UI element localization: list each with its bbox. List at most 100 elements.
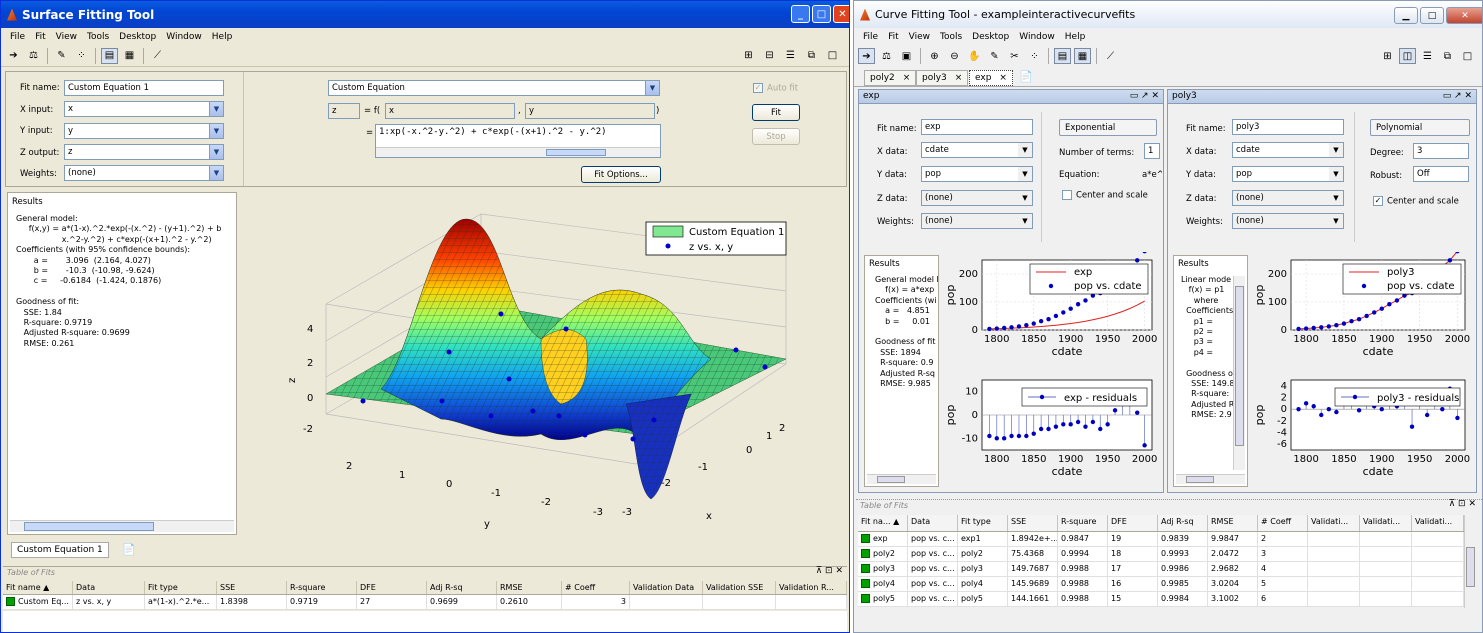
x-data-select[interactable]: cdate ▼ xyxy=(921,142,1033,158)
column-header[interactable]: Data xyxy=(908,515,958,531)
tab-poly2[interactable]: poly2 × xyxy=(864,70,917,86)
center-scale-checkbox[interactable]: ✓ Center and scale xyxy=(1373,196,1459,207)
column-header[interactable]: RMSE xyxy=(497,581,562,594)
data-icon[interactable]: ⚖ xyxy=(25,48,42,64)
column-header[interactable]: Validation R... xyxy=(776,581,847,594)
column-header[interactable]: SSE xyxy=(1008,515,1058,531)
fit-name-input[interactable]: exp xyxy=(921,119,1033,135)
column-header[interactable]: # Coeff xyxy=(562,581,630,594)
y-input-select[interactable]: y ▼ xyxy=(64,123,224,139)
terms-select[interactable]: 1 xyxy=(1144,143,1160,159)
equation-scrollbar[interactable] xyxy=(376,147,660,157)
column-header[interactable]: Validati... xyxy=(1360,515,1412,531)
column-header[interactable]: # Coeff xyxy=(1258,515,1308,531)
column-header[interactable]: Adj R-sq xyxy=(1158,515,1208,531)
column-header[interactable]: Validati... xyxy=(1412,515,1464,531)
new-fit-icon[interactable]: 📄 xyxy=(1019,70,1033,83)
arrow-icon[interactable]: ➔ xyxy=(5,48,22,64)
axes-icon[interactable]: ⟋ xyxy=(149,48,166,64)
maximize-pane-icon[interactable]: □ xyxy=(1459,48,1476,64)
auto-fit-checkbox[interactable]: ✓ Auto fit xyxy=(753,83,798,94)
table-dock-icons[interactable]: ⊼ ⊡ ✕ xyxy=(1449,499,1476,509)
weights-select[interactable]: (none) ▼ xyxy=(64,165,224,181)
x-input-select[interactable]: x ▼ xyxy=(64,101,224,117)
grid-view-icon[interactable]: ▦ xyxy=(121,48,138,64)
fit-button[interactable]: Fit xyxy=(752,104,800,121)
results-hscrollbar[interactable] xyxy=(867,474,936,484)
fit-options-button[interactable]: Fit Options... xyxy=(581,166,661,183)
menu-tools[interactable]: Tools xyxy=(82,32,114,42)
arrow-icon[interactable]: ➔ xyxy=(858,48,875,64)
stack-icon[interactable]: ☰ xyxy=(782,48,799,64)
close-icon[interactable]: × xyxy=(999,73,1007,83)
stack-icon[interactable]: ☰ xyxy=(1419,48,1436,64)
menu-tools[interactable]: Tools xyxy=(935,32,967,42)
z-output-select[interactable]: z ▼ xyxy=(64,144,224,160)
menu-window[interactable]: Window xyxy=(1014,32,1060,42)
fit-type-select[interactable]: Polynomial xyxy=(1370,119,1470,136)
close-icon[interactable]: × xyxy=(955,73,963,83)
menu-window[interactable]: Window xyxy=(161,32,207,42)
main-view-icon[interactable]: ▤ xyxy=(1054,48,1071,64)
column-header[interactable]: DFE xyxy=(1108,515,1158,531)
table-row[interactable]: poly4 pop vs. c... poly4 145.9689 0.9988 16 0.… xyxy=(858,577,1464,592)
minimize-button[interactable]: ▁ xyxy=(1394,7,1418,24)
tab-poly3[interactable]: poly3 × xyxy=(916,70,969,86)
grid-view-icon[interactable]: ▦ xyxy=(1074,48,1091,64)
fit-type-select[interactable]: Custom Equation ▼ xyxy=(328,80,660,96)
x-data-select[interactable]: cdate ▼ xyxy=(1232,142,1344,158)
column-header[interactable]: Fit name ▲ xyxy=(3,581,73,594)
table-row[interactable]: exp pop vs. c... exp1 1.8942e+... 0.9847 19 0.… xyxy=(858,532,1464,547)
weights-select[interactable]: (none) ▼ xyxy=(921,213,1033,229)
degree-select[interactable]: 3 xyxy=(1413,143,1469,159)
column-header[interactable]: Fit na... ▲ xyxy=(858,515,908,531)
zoom-in-icon[interactable]: ⊕ xyxy=(926,48,943,64)
center-scale-checkbox[interactable]: Center and scale xyxy=(1062,190,1148,201)
float-icon[interactable]: ⧉ xyxy=(803,48,820,64)
table-row[interactable]: Custom Eq... z vs. x, y a*(1-x).^2.*e... 1.… xyxy=(3,595,847,610)
table-row[interactable]: poly3 pop vs. c... poly3 149.7687 0.9988 17 0.… xyxy=(858,562,1464,577)
exclude-icon[interactable]: ✂ xyxy=(1006,48,1023,64)
menu-fit[interactable]: Fit xyxy=(883,32,904,42)
menu-file[interactable]: File xyxy=(858,32,883,42)
column-header[interactable]: RMSE xyxy=(1208,515,1258,531)
close-button[interactable]: ✕ xyxy=(833,5,849,23)
data-cursor-icon[interactable]: ✎ xyxy=(986,48,1003,64)
table-row[interactable]: poly5 pop vs. c... poly5 144.1661 0.9988 15 0.… xyxy=(858,592,1464,607)
results-hscrollbar[interactable] xyxy=(1176,474,1245,484)
poly3-plots[interactable]: poly3 pop vs. cdate 200 100 0 1800 1800 1850 185… xyxy=(1253,252,1475,490)
minimize-button[interactable]: _ xyxy=(791,5,810,23)
points-icon[interactable]: ⁘ xyxy=(73,48,90,64)
new-fit-icon[interactable]: 📄 xyxy=(122,543,136,556)
fit-name-input[interactable]: poly3 xyxy=(1232,119,1344,135)
y-data-select[interactable]: pop ▼ xyxy=(1232,166,1344,182)
data-icon[interactable]: ⚖ xyxy=(878,48,895,64)
column-header[interactable]: Validation SSE xyxy=(703,581,776,594)
column-header[interactable]: Data xyxy=(73,581,145,594)
column-header[interactable]: SSE xyxy=(217,581,287,594)
exp-plots[interactable]: exppop vs. cdate200100018001800185018501… xyxy=(944,252,1162,490)
x-var-input[interactable]: x xyxy=(385,103,515,119)
fit-name-input[interactable]: Custom Equation 1 xyxy=(64,80,224,96)
pane-controls-icon[interactable]: ▭ ↗ ✕ xyxy=(1130,91,1159,101)
maximize-pane-icon[interactable]: □ xyxy=(824,48,841,64)
maximize-button[interactable]: □ xyxy=(1420,7,1444,24)
split-icon[interactable]: ◫ xyxy=(1399,48,1416,64)
doc-tab-custom-equation[interactable]: Custom Equation 1 xyxy=(11,542,109,558)
axes-icon[interactable]: ⟋ xyxy=(1102,48,1119,64)
tile-icon[interactable]: ⊞ xyxy=(740,48,757,64)
menu-help[interactable]: Help xyxy=(207,32,238,42)
column-header[interactable]: Validation Data xyxy=(630,581,703,594)
exclude-icon[interactable]: ✎ xyxy=(53,48,70,64)
menu-file[interactable]: File xyxy=(5,32,30,42)
tile-icon[interactable]: ⊞ xyxy=(1379,48,1396,64)
z-data-select[interactable]: (none) ▼ xyxy=(1232,190,1344,206)
z-var-input[interactable]: z xyxy=(328,103,360,119)
menu-desktop[interactable]: Desktop xyxy=(967,32,1014,42)
float-icon[interactable]: ⧉ xyxy=(1439,48,1456,64)
zoom-out-icon[interactable]: ⊖ xyxy=(946,48,963,64)
surface-plot[interactable]: 4 2 0 -2 z 2 1 0 -1 -2 -3 y -3 -2 -1 0 1… xyxy=(241,189,847,537)
split-icon[interactable]: ⊟ xyxy=(761,48,778,64)
fit-type-select[interactable]: Exponential xyxy=(1059,119,1157,136)
column-header[interactable]: Fit type xyxy=(145,581,217,594)
